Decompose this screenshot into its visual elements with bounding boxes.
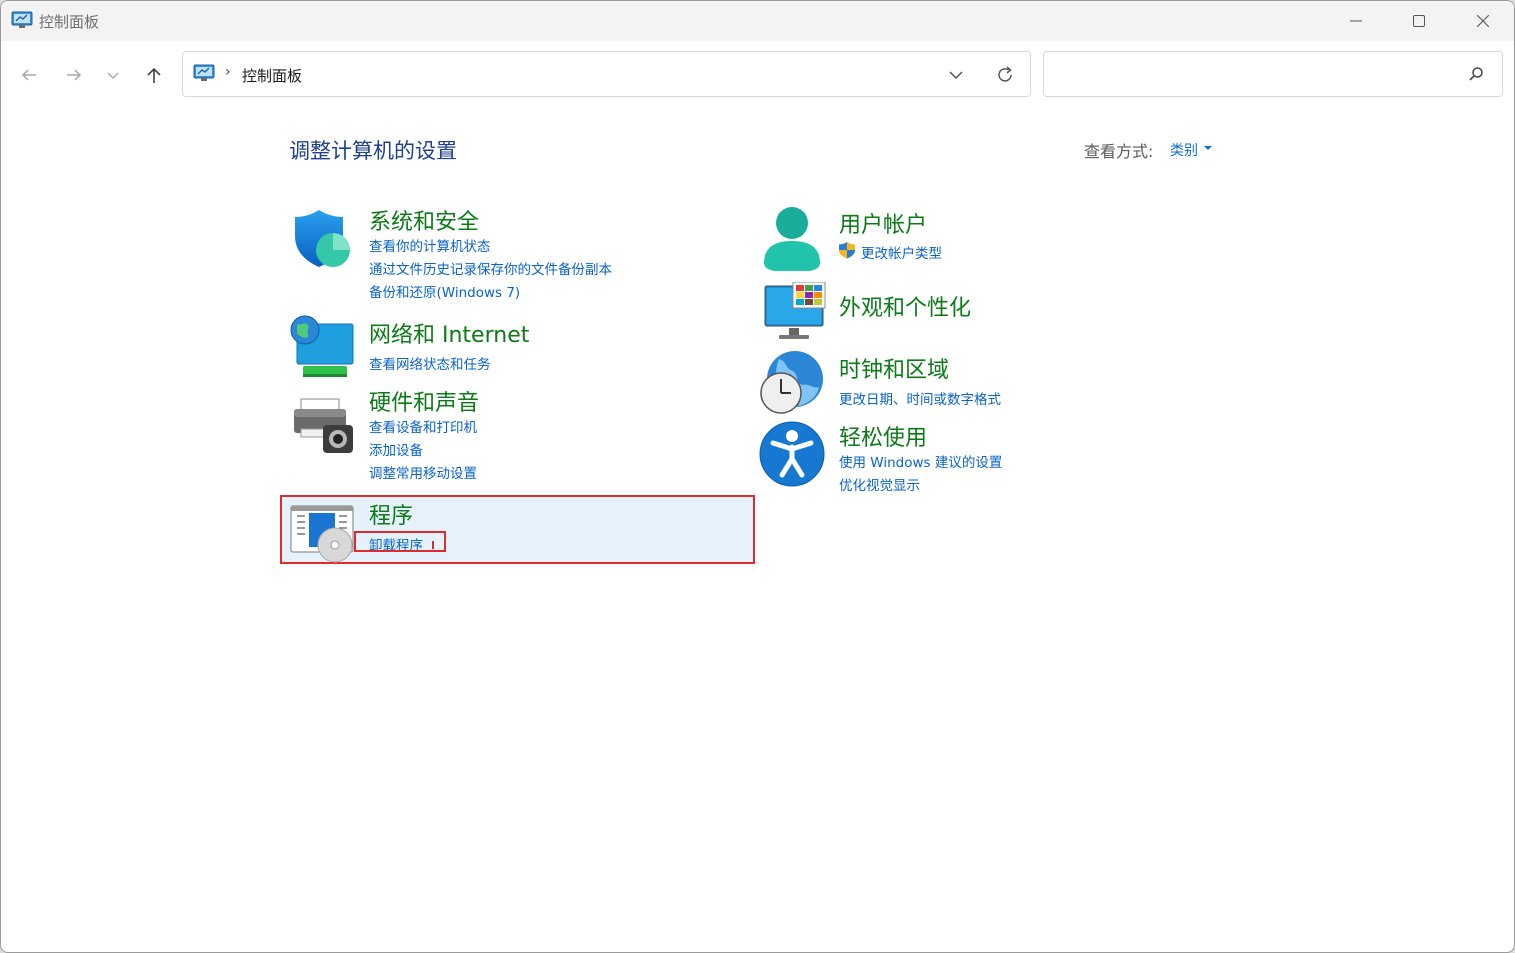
category-title-system-security[interactable]: 系统和安全 [369, 204, 479, 236]
link-network-status[interactable]: 查看网络状态和任务 [369, 353, 491, 373]
shield-icon[interactable] [289, 206, 355, 272]
recent-locations-button[interactable] [101, 63, 125, 87]
category-title-ease-of-access[interactable]: 轻松使用 [839, 420, 927, 452]
page-title: 调整计算机的设置 [289, 139, 457, 163]
chevron-down-icon [107, 72, 119, 79]
text-cursor-mark [432, 541, 434, 549]
link-windows-recommended-settings[interactable]: 使用 Windows 建议的设置 [839, 451, 1002, 471]
search-box[interactable] [1043, 51, 1503, 97]
address-bar[interactable]: › 控制面板 [182, 51, 1031, 97]
arrow-left-icon [21, 69, 36, 81]
caret-down-icon[interactable] [1204, 146, 1212, 150]
forward-button[interactable] [62, 63, 86, 87]
breadcrumb[interactable]: 控制面板 [242, 65, 302, 86]
user-icon[interactable] [759, 205, 825, 271]
control-panel-window: 控制面板 › 控制面板 调整计算机的设置 查看方式: 类别 系统和安全 查看你的… [0, 0, 1515, 953]
category-title-network-internet[interactable]: 网络和 Internet [369, 317, 529, 349]
link-add-device[interactable]: 添加设备 [369, 439, 423, 459]
accessibility-icon[interactable] [759, 421, 825, 487]
maximize-icon [1413, 15, 1425, 27]
link-file-history-backup[interactable]: 通过文件历史记录保存你的文件备份副本 [369, 258, 612, 278]
view-by-label: 查看方式: [1084, 142, 1154, 161]
category-title-user-accounts[interactable]: 用户帐户 [839, 207, 927, 239]
navigation-bar: › 控制面板 [1, 41, 1514, 107]
arrow-right-icon [67, 69, 82, 81]
uac-shield-icon [839, 242, 855, 259]
link-backup-restore[interactable]: 备份和还原(Windows 7) [369, 281, 520, 301]
breadcrumb-separator[interactable]: › [225, 64, 231, 80]
minimize-button[interactable] [1324, 1, 1388, 41]
search-input[interactable] [1054, 62, 1454, 86]
link-change-date-time-format[interactable]: 更改日期、时间或数字格式 [839, 388, 1001, 408]
close-button[interactable] [1451, 1, 1514, 41]
maximize-button[interactable] [1387, 1, 1451, 41]
category-title-appearance[interactable]: 外观和个性化 [839, 290, 971, 322]
link-change-account-type[interactable]: 更改帐户类型 [861, 242, 942, 262]
monitor-palette-icon[interactable] [761, 282, 827, 348]
link-view-computer-status[interactable]: 查看你的计算机状态 [369, 235, 491, 255]
link-mobility-settings[interactable]: 调整常用移动设置 [369, 462, 477, 482]
control-panel-icon [11, 11, 33, 28]
globe-clock-icon[interactable] [759, 349, 825, 415]
chevron-down-icon[interactable] [947, 66, 965, 84]
control-panel-icon [193, 64, 215, 81]
category-title-programs[interactable]: 程序 [369, 498, 413, 530]
up-button[interactable] [142, 63, 166, 87]
link-devices-printers[interactable]: 查看设备和打印机 [369, 416, 477, 436]
view-by-dropdown[interactable]: 类别 [1170, 140, 1198, 160]
arrow-up-icon [147, 67, 161, 83]
search-icon[interactable] [1468, 66, 1484, 82]
close-icon [1477, 15, 1489, 27]
programs-disc-icon[interactable] [289, 500, 355, 566]
printer-icon[interactable] [289, 391, 355, 457]
title-bar: 控制面板 [1, 1, 1514, 41]
globe-monitor-icon[interactable] [289, 314, 355, 380]
minimize-icon [1350, 20, 1362, 22]
window-title: 控制面板 [39, 13, 100, 31]
link-optimize-visual-display[interactable]: 优化视觉显示 [839, 474, 920, 494]
refresh-icon[interactable] [995, 65, 1015, 85]
back-button[interactable] [17, 63, 41, 87]
category-title-clock-region[interactable]: 时钟和区域 [839, 352, 949, 384]
category-title-hardware-sound[interactable]: 硬件和声音 [369, 385, 479, 417]
